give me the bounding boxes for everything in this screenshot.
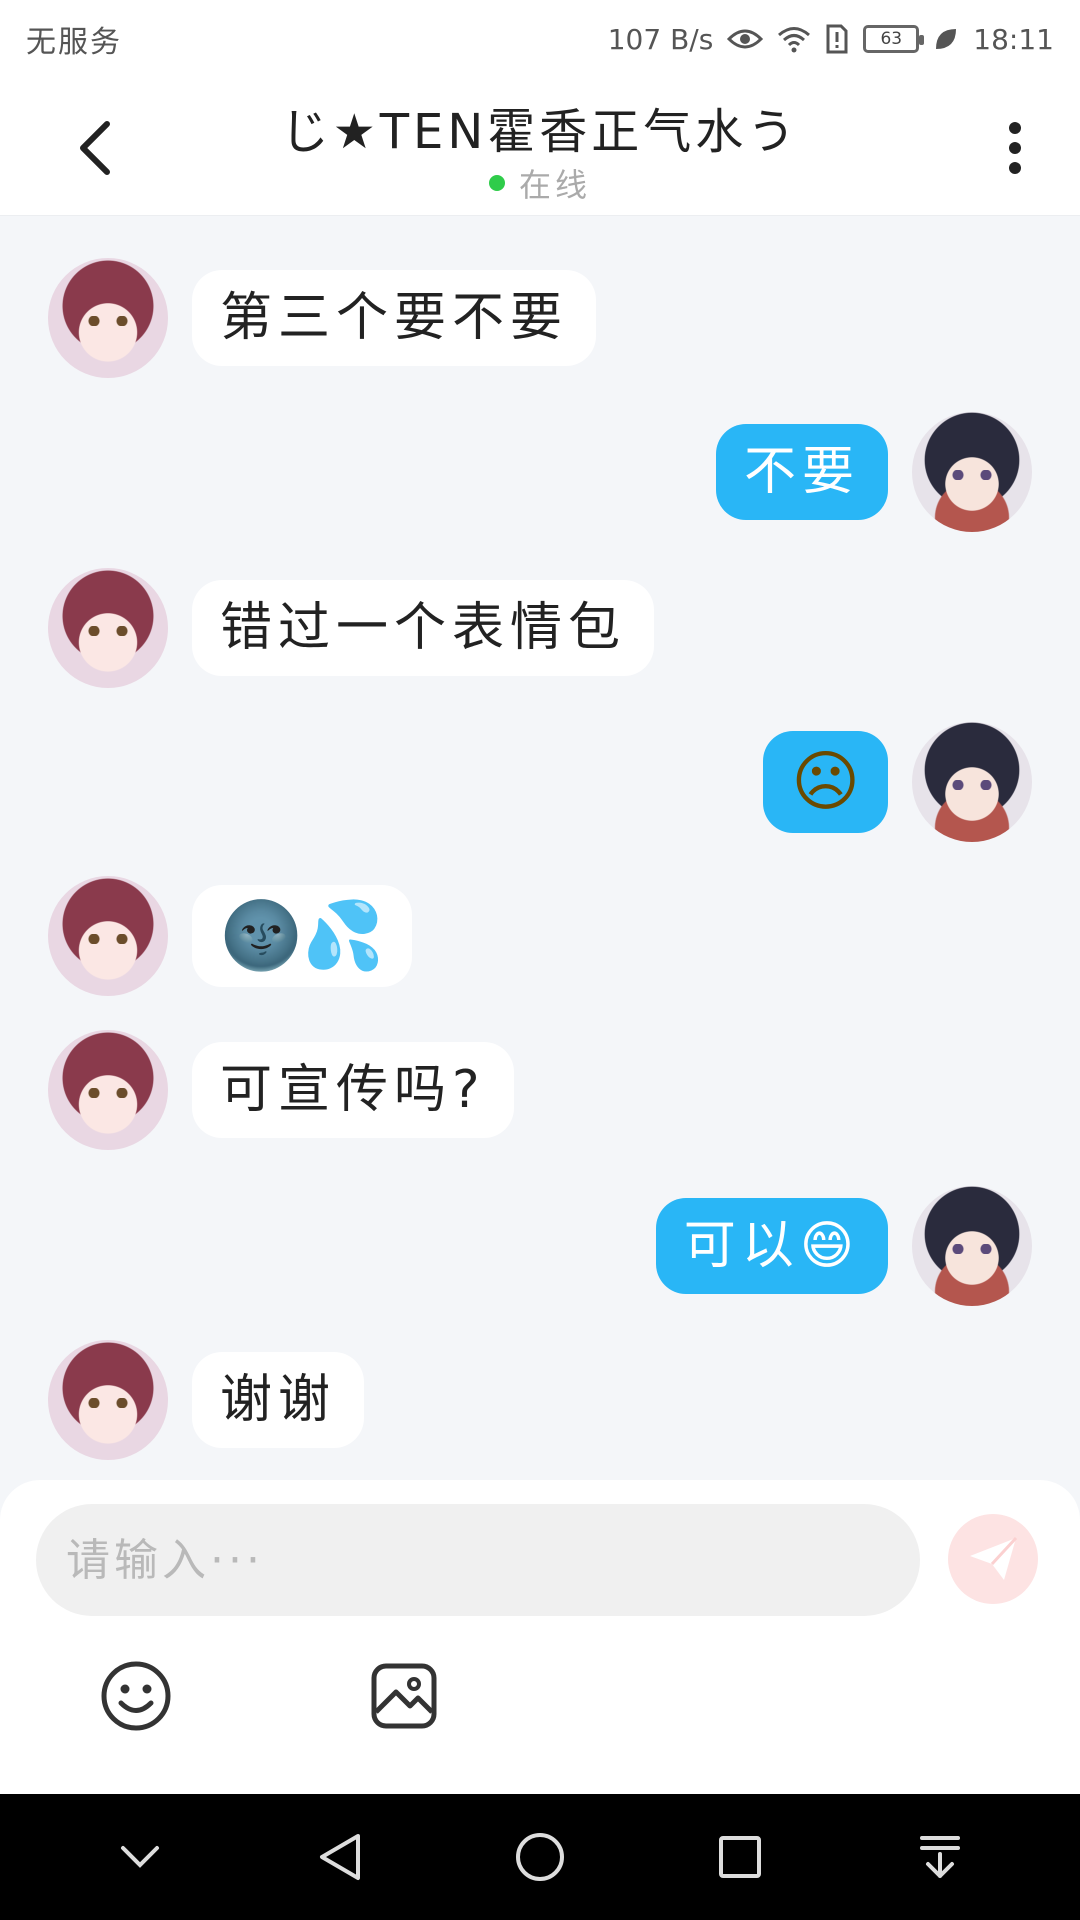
user-avatar[interactable] <box>912 722 1032 842</box>
online-text: 在线 <box>518 166 591 204</box>
chat-header: じ★TEN霍香正气水う 在线 <box>0 78 1080 216</box>
message-list[interactable]: 第三个要不要 不要 错过一个表情包 ☹ 🌚💦 可宣传吗? 可以😄 谢谢 <box>0 216 1080 1480</box>
image-button[interactable] <box>364 1656 444 1736</box>
message-sent: 不要 <box>715 412 1032 532</box>
pull-down-icon <box>920 1836 960 1878</box>
status-bar: 无服务 107 B/s 63 18:11 <box>0 0 1080 78</box>
message-sent: ☹ <box>763 722 1032 842</box>
composer <box>0 1480 1080 1794</box>
circle-home-icon <box>516 1833 564 1881</box>
contact-avatar[interactable] <box>48 258 168 378</box>
online-status: 在线 <box>0 160 1080 206</box>
emoji-button[interactable] <box>96 1656 176 1736</box>
image-icon <box>371 1663 437 1729</box>
message-bubble[interactable]: 可宣传吗? <box>192 1042 514 1138</box>
system-nav-bar <box>0 1794 1080 1920</box>
nav-recents-button[interactable] <box>700 1817 780 1897</box>
network-speed: 107 B/s <box>607 22 714 56</box>
contact-avatar[interactable] <box>48 1030 168 1150</box>
sim-alert-icon <box>825 24 849 54</box>
online-dot <box>488 175 505 191</box>
user-avatar[interactable] <box>912 412 1032 532</box>
eye-icon <box>727 27 764 51</box>
message-received: 🌚💦 <box>48 876 413 996</box>
clock: 18:11 <box>973 22 1054 56</box>
message-received: 错过一个表情包 <box>48 568 655 688</box>
send-button[interactable] <box>948 1514 1038 1604</box>
message-bubble[interactable]: 错过一个表情包 <box>192 580 655 676</box>
message-bubble[interactable]: 不要 <box>715 424 888 520</box>
message-bubble[interactable]: ☹ <box>763 731 888 833</box>
message-received: 谢谢 <box>48 1340 365 1460</box>
emoji-icon <box>101 1661 171 1731</box>
battery-icon: 63 <box>863 25 925 53</box>
contact-avatar[interactable] <box>48 1340 168 1460</box>
user-avatar[interactable] <box>912 1186 1032 1306</box>
more-vertical-icon <box>1009 122 1021 174</box>
nav-back-button[interactable] <box>300 1817 380 1897</box>
message-sent: 可以😄 <box>655 1186 1032 1306</box>
chevron-down-icon <box>121 1846 159 1868</box>
message-bubble[interactable]: 谢谢 <box>192 1352 365 1448</box>
send-icon <box>970 1536 1018 1580</box>
status-icons: 107 B/s 63 18:11 <box>608 23 1054 56</box>
message-bubble[interactable]: 🌚💦 <box>192 885 413 987</box>
wifi-icon <box>777 25 811 53</box>
collapse-button[interactable] <box>100 1817 180 1897</box>
more-options-button[interactable] <box>980 108 1050 188</box>
square-recents-icon <box>719 1836 761 1878</box>
contact-avatar[interactable] <box>48 568 168 688</box>
carrier-status: 无服务 <box>26 25 122 60</box>
message-received: 可宣传吗? <box>48 1030 514 1150</box>
nav-home-button[interactable] <box>500 1817 580 1897</box>
chat-title: じ★TEN霍香正气水う <box>280 104 800 160</box>
notification-pull-button[interactable] <box>900 1817 980 1897</box>
triangle-back-icon <box>320 1834 360 1880</box>
message-input[interactable] <box>36 1504 920 1616</box>
message-received: 第三个要不要 <box>48 258 597 378</box>
message-bubble[interactable]: 可以😄 <box>655 1198 888 1294</box>
contact-avatar[interactable] <box>48 876 168 996</box>
leaf-icon <box>933 26 959 52</box>
message-bubble[interactable]: 第三个要不要 <box>192 270 597 366</box>
